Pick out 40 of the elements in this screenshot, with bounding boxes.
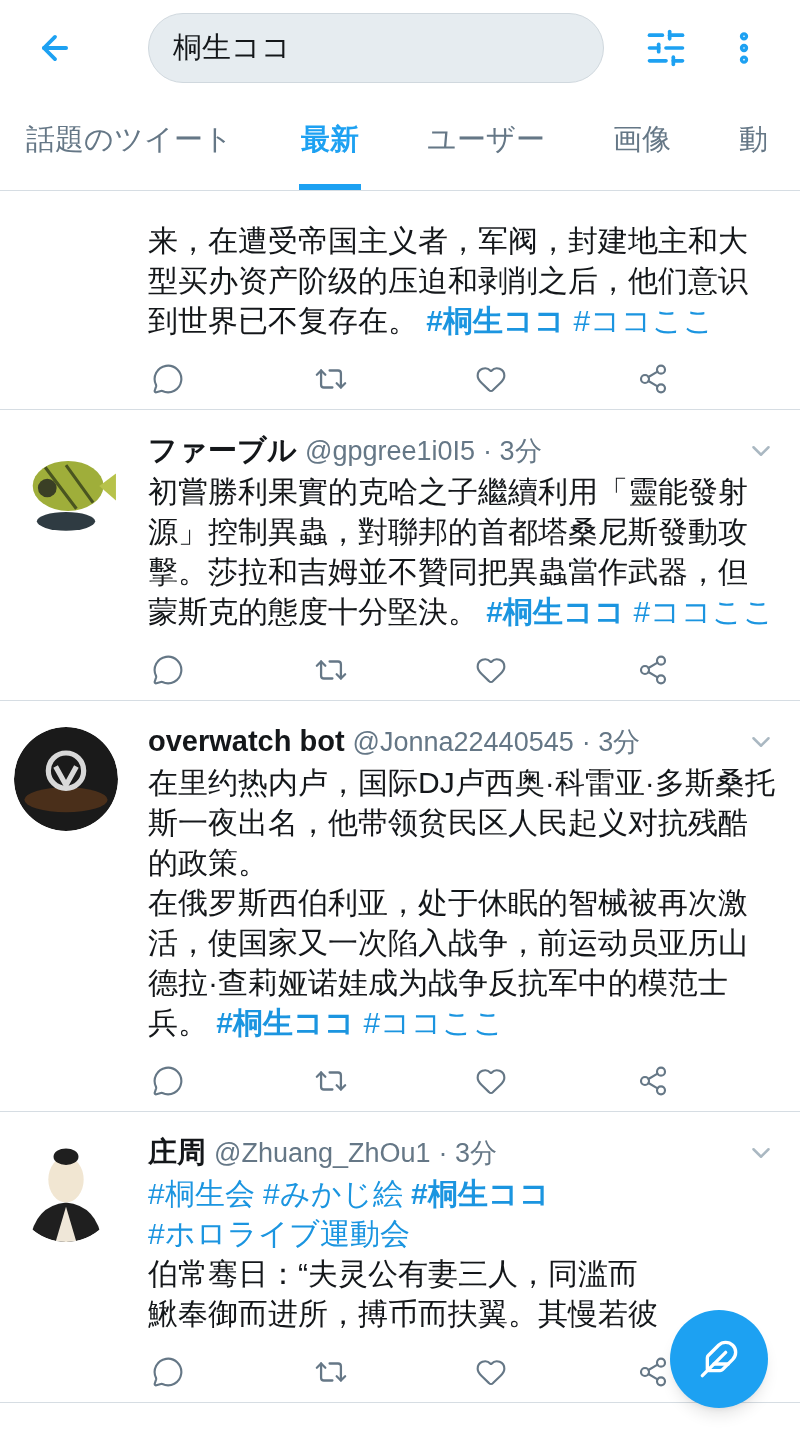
hashtag-link[interactable]: #桐生ココ xyxy=(426,304,566,337)
share-icon[interactable] xyxy=(637,654,669,686)
tweet-text: 在里约热内卢，国际DJ卢西奥·科雷亚·多斯桑托斯一夜出名，他带领贫民区人民起义对抗残酷的政策。 xyxy=(148,765,776,881)
share-icon[interactable] xyxy=(637,1065,669,1097)
hashtag-link[interactable]: #桐生ココ xyxy=(411,1177,550,1210)
hashtag-link[interactable]: #みかじ絵 xyxy=(263,1177,403,1210)
tweet-text: 来，在遭受帝国主义者，军阀，封建地主和大型买办资产阶级的压迫和剥削之后，他们意识到世界已不复存在。 #桐生ココ #ココここ xyxy=(148,223,749,339)
tweet-text: 伯常骞日：“夫灵公有妻三人，同滥而 xyxy=(148,1256,639,1292)
hashtag-link[interactable]: #ココここ xyxy=(363,1006,505,1039)
tab[interactable]: ユーザー xyxy=(425,95,547,190)
tweet-time: · 3分 xyxy=(438,1136,498,1170)
hashtag-link[interactable]: #桐生ココ xyxy=(486,595,626,628)
tab[interactable]: 動 xyxy=(737,95,770,190)
share-icon[interactable] xyxy=(637,363,669,395)
hashtag-link[interactable]: #桐生ココ xyxy=(216,1006,356,1039)
user-handle: @Zhuang_ZhOu1 xyxy=(214,1136,431,1170)
tweet-time: · 3分 xyxy=(483,434,542,468)
search-field[interactable]: 桐生ココ xyxy=(148,12,604,83)
tweet-text: 鰍奉御而进所，搏币而扶翼。其慢若彼 xyxy=(148,1296,659,1332)
reply-icon[interactable] xyxy=(152,1065,184,1097)
tab[interactable]: 話題のツイート xyxy=(24,95,235,190)
hashtag-link[interactable]: #桐生会 xyxy=(148,1177,255,1210)
user-name: overwatch bot xyxy=(148,724,345,760)
hashtag-link[interactable]: #ホロライブ運動会 xyxy=(148,1217,410,1250)
user-name: ファーブル xyxy=(148,433,297,469)
reply-icon[interactable] xyxy=(152,1356,184,1388)
user-handle: @Jonna22440545 xyxy=(352,725,574,759)
reply-icon[interactable] xyxy=(152,654,184,686)
tweet-time: · 3分 xyxy=(581,725,641,759)
tab[interactable]: 最新 xyxy=(299,95,361,190)
tweet-text: 在俄罗斯西伯利亚，处于休眠的智械被再次激活，使国家又一次陷入战争，前运动员亚历山德拉·查莉娅诺娃成为战争反抗军中的模范士兵。 #桐生ココ #ココここ xyxy=(148,885,749,1041)
compose-icon xyxy=(699,1339,739,1379)
hashtag-link[interactable]: #ココここ xyxy=(573,304,715,337)
user-handle: @gpgree1i0I5 xyxy=(305,434,476,468)
tweet-text: 初嘗勝利果實的克哈之子繼續利用「靈能發射源」控制異蟲，對聯邦的首都塔桑尼斯發動攻擊。莎拉和吉姆並不贊同把異蟲當作武器，但蒙斯克的態度十分堅決。 #桐生ココ #ココここ xyxy=(148,474,776,630)
reply-icon[interactable] xyxy=(152,363,184,395)
tab[interactable]: 画像 xyxy=(611,95,673,190)
hashtag-link[interactable]: #ココここ xyxy=(633,595,775,628)
share-icon[interactable] xyxy=(637,1356,669,1388)
user-name: 庄周 xyxy=(148,1135,206,1171)
